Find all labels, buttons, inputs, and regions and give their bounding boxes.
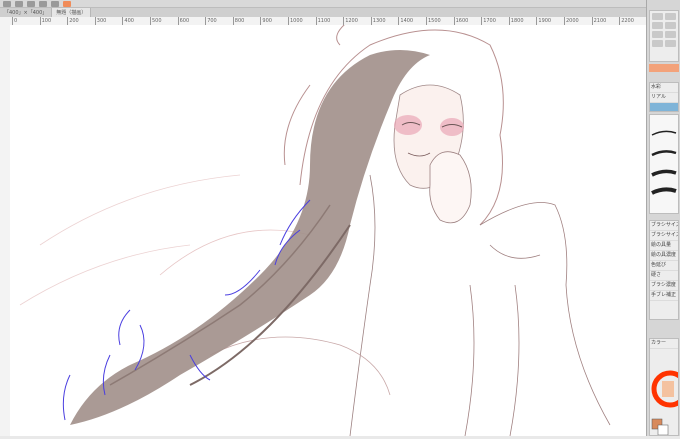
sub-color-chip[interactable] (657, 424, 669, 436)
ruler-tick: 800 (232, 17, 245, 25)
ruler-tick: 0 (12, 17, 18, 25)
zoom-tool-icon[interactable] (652, 13, 663, 20)
property-color-stretch[interactable]: 色延び (650, 261, 678, 271)
color-wheel-panel: カラー (649, 338, 680, 436)
property-panel-title: ブラシサイズ (650, 221, 678, 231)
ruler-tick: 2100 (591, 17, 607, 25)
fill-tool-icon[interactable] (665, 40, 676, 47)
ruler-tick: 2200 (619, 17, 634, 25)
brush-item-real[interactable]: リアル (650, 93, 678, 103)
ruler-tick: 900 (260, 17, 272, 25)
drawing-canvas[interactable] (10, 25, 646, 436)
tab-document-2[interactable]: 無題（描画） (52, 8, 92, 17)
color-panel-title: カラー (650, 339, 678, 349)
ruler-tick: 500 (150, 17, 162, 25)
saturation-square[interactable] (662, 381, 674, 397)
ruler-tick: 1000 (288, 17, 303, 25)
ruler-tick: 1500 (426, 17, 441, 25)
ruler-tick: 200 (67, 17, 79, 25)
color-indicator[interactable] (63, 0, 71, 7)
ruler-tick: 1300 (370, 17, 386, 25)
right-side-panel: 水彩 リアル ブラシサイズ ブラシサイズ 絵の具量 絵の具濃度 色延び 硬さ ブ… (646, 0, 680, 436)
property-brush-size[interactable]: ブラシサイズ (650, 231, 678, 241)
ruler-tick: 2000 (564, 17, 579, 25)
ruler-tick: 600 (177, 17, 190, 25)
ruler-tick: 300 (94, 17, 107, 25)
selected-brush-highlight (650, 103, 678, 111)
brush-strokes-preview (651, 130, 677, 195)
brush-preview-panel (649, 114, 679, 214)
ruler-tick: 1800 (508, 17, 524, 25)
ruler-tick: 1400 (398, 17, 414, 25)
eyedropper-tool-icon[interactable] (665, 22, 676, 29)
tab-document-1[interactable]: 「400」×「400」 (0, 8, 53, 17)
brush-tool-icon[interactable] (665, 31, 676, 38)
property-hardness[interactable]: 硬さ (650, 271, 678, 281)
property-stabilization[interactable]: 手ブレ補正 (650, 291, 678, 301)
move-tool-icon[interactable] (665, 13, 676, 20)
artwork-sketch (19, 25, 611, 436)
sub-tool-panel: 水彩 リアル (649, 82, 679, 112)
ruler-tick: 1600 (453, 17, 469, 25)
property-paint-density[interactable]: 絵の具濃度 (650, 251, 678, 261)
ruler-tick: 1900 (536, 17, 552, 25)
property-paint-amount[interactable]: 絵の具量 (650, 241, 678, 251)
color-wheel[interactable] (650, 349, 680, 436)
eraser-tool-icon[interactable] (652, 40, 663, 47)
clear-button[interactable] (27, 0, 35, 7)
brush-item-watercolor[interactable]: 水彩 (650, 83, 678, 93)
pen-tool-icon[interactable] (652, 31, 663, 38)
command-bar (0, 0, 646, 8)
transform-button[interactable] (51, 0, 59, 7)
property-brush-density[interactable]: ブラシ濃度 (650, 281, 678, 291)
undo-button[interactable] (3, 0, 11, 7)
tool-property-panel: ブラシサイズ ブラシサイズ 絵の具量 絵の具濃度 色延び 硬さ ブラシ濃度 手ブ… (649, 220, 679, 320)
ruler-tick: 400 (122, 17, 134, 25)
tool-palette (649, 10, 679, 62)
select-tool-icon[interactable] (652, 22, 663, 29)
ruler-tick: 1200 (343, 17, 358, 25)
fill-button[interactable] (39, 0, 47, 7)
current-color-swatch[interactable] (649, 64, 679, 72)
redo-button[interactable] (15, 0, 23, 7)
ruler-tick: 1700 (481, 17, 496, 25)
ruler-tick: 1100 (315, 17, 331, 25)
ruler-tick: 100 (39, 17, 52, 25)
document-tabs: 「400」×「400」 無題（描画） (0, 8, 646, 17)
ruler-tick: 700 (205, 17, 217, 25)
